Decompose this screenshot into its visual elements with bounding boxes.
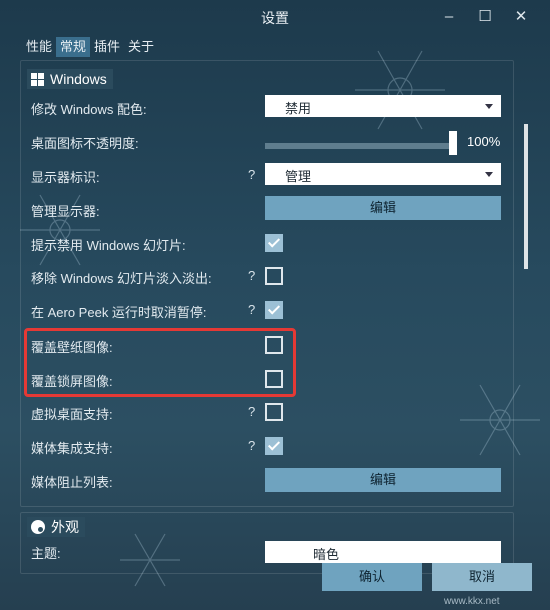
- windows-settings-panel: Windows 修改 Windows 配色: 禁用 桌面图标不透明度: 100%…: [20, 60, 514, 507]
- chevron-down-icon: [485, 104, 493, 109]
- manage-monitors-edit-button[interactable]: 编辑: [265, 196, 501, 220]
- virtual-desktop-help-icon[interactable]: ?: [248, 404, 255, 419]
- palette-icon: [31, 520, 45, 534]
- media-integration-checkbox[interactable]: [265, 437, 283, 455]
- slideshow-fade-checkbox[interactable]: [265, 267, 283, 285]
- windows-logo-icon: [31, 72, 44, 86]
- media-blocklist-edit-button[interactable]: 编辑: [265, 468, 501, 492]
- virtual-desktop-checkbox[interactable]: [265, 403, 283, 421]
- opacity-value: 100%: [467, 134, 501, 149]
- cancel-button[interactable]: 取消: [432, 563, 532, 591]
- opacity-label: 桌面图标不透明度:: [31, 136, 139, 151]
- tab-general[interactable]: 常规: [56, 37, 91, 57]
- aero-peek-label: 在 Aero Peek 运行时取消暂停:: [31, 305, 207, 320]
- tab-bar: 性能 常规 插件 关于: [22, 37, 158, 57]
- media-integration-label: 媒体集成支持:: [31, 441, 113, 456]
- appearance-section-title: 外观: [51, 519, 79, 535]
- highlight-box: [24, 328, 296, 397]
- virtual-desktop-label: 虚拟桌面支持:: [31, 407, 113, 422]
- monitor-id-select-value: 管理: [285, 169, 312, 184]
- theme-label: 主题:: [31, 546, 61, 561]
- monitor-id-select[interactable]: 管理: [265, 163, 501, 185]
- manage-monitors-label: 管理显示器:: [31, 204, 100, 219]
- ok-button[interactable]: 确认: [322, 563, 422, 591]
- slideshow-fade-label: 移除 Windows 幻灯片淡入淡出:: [31, 271, 212, 286]
- aero-peek-help-icon[interactable]: ?: [248, 302, 255, 317]
- scrollbar[interactable]: [524, 124, 528, 269]
- watermark: www.kkx.net: [444, 596, 500, 607]
- settings-window: 设置 – ☐ ✕ 性能 常规 插件 关于 Windows 修改 Windows …: [0, 0, 550, 610]
- media-integration-help-icon[interactable]: ?: [248, 438, 255, 453]
- tab-about[interactable]: 关于: [124, 37, 158, 57]
- aero-peek-checkbox[interactable]: [265, 301, 283, 319]
- color-label: 修改 Windows 配色:: [31, 102, 147, 117]
- slideshow-fade-help-icon[interactable]: ?: [248, 268, 255, 283]
- appearance-section-header: 外观: [27, 517, 85, 537]
- slideshow-disabled-label: 提示禁用 Windows 幻灯片:: [31, 238, 186, 253]
- close-icon[interactable]: ✕: [508, 4, 534, 30]
- monitor-id-help-icon[interactable]: ?: [248, 167, 255, 182]
- monitor-id-label: 显示器标识:: [31, 170, 100, 185]
- opacity-slider-track[interactable]: [265, 143, 449, 149]
- theme-select-value: 暗色: [313, 547, 340, 562]
- window-title: 设置: [261, 10, 289, 26]
- color-select-value: 禁用: [285, 101, 312, 116]
- title-bar[interactable]: 设置 – ☐ ✕: [0, 0, 550, 34]
- opacity-slider-thumb[interactable]: [449, 131, 457, 155]
- tab-plugins[interactable]: 插件: [90, 37, 124, 57]
- theme-select[interactable]: 暗色: [265, 541, 501, 563]
- windows-section-header: Windows: [27, 69, 113, 89]
- media-blocklist-label: 媒体阻止列表:: [31, 475, 113, 490]
- maximize-icon[interactable]: ☐: [472, 4, 498, 30]
- chevron-down-icon: [485, 172, 493, 177]
- slideshow-disabled-checkbox[interactable]: [265, 234, 283, 252]
- tab-performance[interactable]: 性能: [22, 37, 56, 57]
- section-title: Windows: [50, 71, 107, 87]
- minimize-icon[interactable]: –: [436, 4, 462, 30]
- color-select[interactable]: 禁用: [265, 95, 501, 117]
